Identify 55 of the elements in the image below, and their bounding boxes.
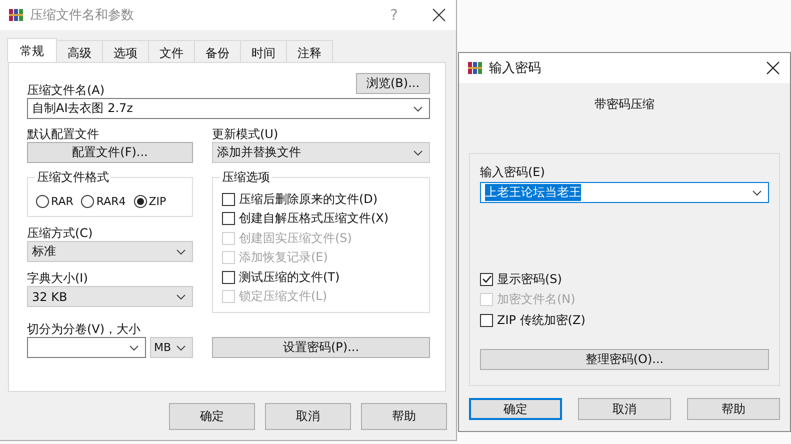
tab[interactable]: 选项 (102, 40, 149, 62)
radio-option[interactable]: RAR (36, 194, 74, 208)
tab[interactable]: 时间 (240, 40, 287, 62)
dialog-button[interactable]: 帮助 (361, 403, 447, 430)
chevron-icon (129, 344, 139, 350)
checkbox-option[interactable]: ZIP 传统加密(Z) (480, 312, 769, 328)
browse-button[interactable]: 浏览(B)... (356, 73, 430, 94)
tab[interactable]: 常规 (7, 38, 57, 62)
group-label: 压缩文件格式 (35, 169, 111, 185)
archive-name-field[interactable]: 自制AI去衣图 2.7z (27, 98, 430, 119)
dialog-button[interactable]: 确定 (169, 403, 255, 430)
field-label: 字典大小(I) (27, 270, 89, 286)
checkbox-option[interactable]: 测试压缩的文件(T) (222, 269, 429, 286)
field-label: 切分为分卷(V)，大小 (27, 321, 142, 337)
close-icon[interactable] (766, 61, 780, 75)
field-label: 默认配置文件 (27, 126, 100, 142)
field-label: 更新模式(U) (212, 126, 280, 142)
set-password-button[interactable]: 设置密码(P)... (212, 337, 430, 358)
field-label: 压缩方式(C) (27, 225, 94, 241)
update-mode-dropdown[interactable]: 添加并替换文件 (212, 142, 430, 163)
dialog-button[interactable]: 帮助 (687, 398, 780, 420)
password-field[interactable]: 上老王论坛当老王 (480, 182, 769, 203)
dialog-button[interactable]: 取消 (578, 398, 671, 420)
radio-option[interactable]: ZIP (134, 194, 166, 208)
checkmark-icon (482, 274, 492, 284)
method-dropdown[interactable]: 标准 (27, 241, 193, 262)
tab[interactable]: 备份 (194, 40, 241, 62)
chevron-icon (176, 344, 186, 350)
books-icon (8, 7, 24, 23)
dialog-button[interactable]: 确定 (469, 398, 562, 420)
window-title: 压缩文件名和参数 (30, 7, 134, 24)
radio-option[interactable]: RAR4 (81, 194, 126, 208)
checkbox-option[interactable]: 创建自解压格式压缩文件(X) (222, 210, 429, 227)
close-icon[interactable] (432, 8, 446, 22)
dialog-button[interactable]: 取消 (265, 403, 351, 430)
chevron-icon (752, 190, 762, 196)
tab[interactable]: 文件 (148, 40, 195, 62)
profiles-button[interactable]: 配置文件(F)... (27, 142, 193, 163)
books-icon (467, 60, 483, 76)
organize-passwords-button[interactable]: 整理密码(O)... (480, 348, 769, 370)
field-label: 压缩文件名(A) (27, 82, 105, 98)
chevron-icon (176, 294, 186, 300)
volume-size-field[interactable] (27, 337, 146, 358)
checkbox-option[interactable]: 显示密码(S) (480, 271, 769, 288)
dialog-heading: 带密码压缩 (594, 96, 656, 113)
checkbox-option[interactable]: 压缩后删除原来的文件(D) (222, 191, 429, 208)
field-label: 输入密码(E) (480, 164, 546, 180)
unit-dropdown[interactable]: MB (150, 337, 193, 358)
window-title: 输入密码 (489, 60, 541, 77)
group-label: 压缩选项 (220, 169, 272, 185)
dictionary-dropdown[interactable]: 32 KB (27, 286, 193, 307)
chevron-icon (176, 248, 186, 254)
chevron-icon (413, 106, 423, 112)
chevron-icon (413, 150, 423, 156)
tab[interactable]: 注释 (286, 40, 333, 62)
